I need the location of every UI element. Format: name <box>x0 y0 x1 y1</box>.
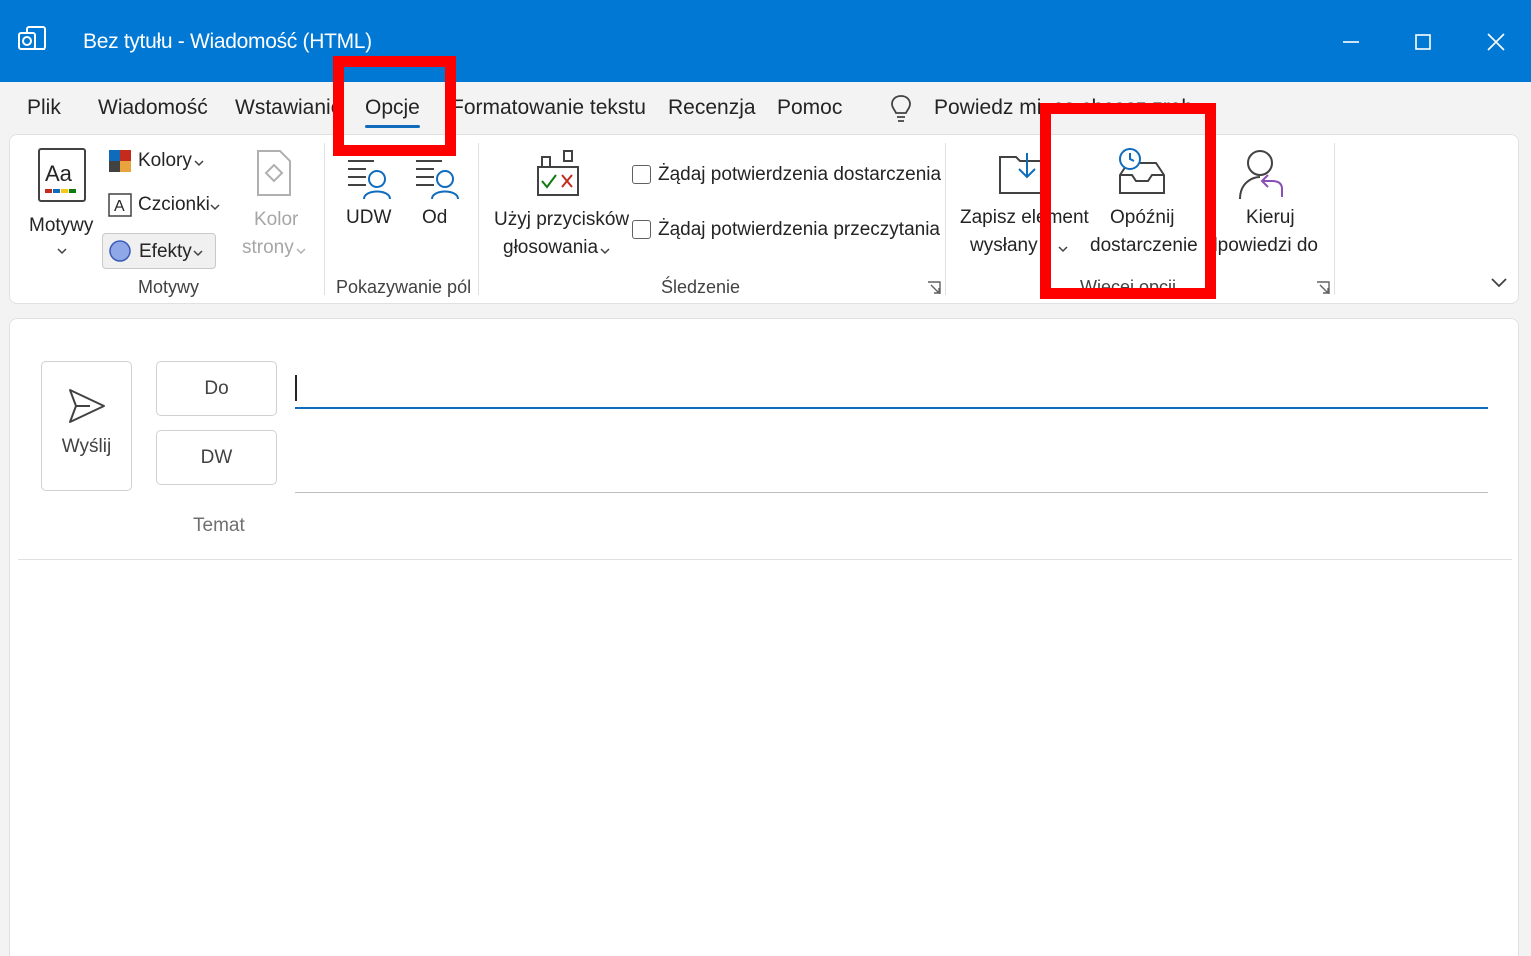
tab-pomoc[interactable]: Pomoc <box>777 96 842 120</box>
fonts-icon: A <box>108 193 132 217</box>
group-separator <box>1334 143 1335 295</box>
message-body[interactable] <box>18 569 1512 949</box>
tab-wstawianie[interactable]: Wstawianie <box>235 96 342 120</box>
themes-button[interactable]: Aa Motywy <box>26 143 98 263</box>
checkbox[interactable] <box>632 165 651 184</box>
dialog-launcher-icon[interactable] <box>927 281 941 295</box>
chevron-down-icon <box>210 204 220 211</box>
close-icon <box>1487 33 1505 51</box>
ribbon-expand-chevron-icon[interactable] <box>1490 277 1508 289</box>
subject-label: Temat <box>193 515 245 536</box>
to-field[interactable] <box>295 369 1488 409</box>
save-sent-item-dropdown[interactable]: Zapisz element wysłany <box>956 145 1089 265</box>
cc-button[interactable]: DW <box>156 430 277 485</box>
save-sent-label-1: Zapisz element <box>960 207 1089 228</box>
voting-label-2: głosowania <box>503 237 599 258</box>
send-label: Wyślij <box>61 436 112 457</box>
title-bar: Bez tytułu - Wiadomość (HTML) <box>0 0 1531 82</box>
compose-area: Wyślij Do DW Temat <box>9 318 1519 956</box>
tab-opcje[interactable]: Opcje <box>365 96 420 128</box>
subject-field[interactable] <box>295 509 1488 549</box>
tab-recenzja[interactable]: Recenzja <box>668 96 756 120</box>
svg-text:A: A <box>114 198 125 215</box>
direct-replies-label-2: odpowiedzi do <box>1210 235 1318 256</box>
from-field-icon <box>416 149 459 200</box>
send-button[interactable]: Wyślij <box>41 361 132 491</box>
maximize-icon <box>1415 34 1431 50</box>
chevron-down-icon <box>296 248 306 255</box>
group-label-sledzenie: Śledzenie <box>661 277 741 297</box>
dialog-launcher-icon[interactable] <box>1316 281 1330 295</box>
chevron-down-icon <box>193 250 203 257</box>
minimize-icon <box>1343 41 1359 43</box>
tab-plik[interactable]: Plik <box>27 96 61 120</box>
save-to-folder-icon <box>999 153 1043 194</box>
delay-delivery-icon <box>1119 148 1165 194</box>
direct-replies-button[interactable]: Kieruj odpowiedzi do <box>1200 145 1330 265</box>
voting-buttons-dropdown[interactable]: Użyj przycisków głosowania <box>490 147 630 267</box>
delivery-receipt-checkbox[interactable]: Żądaj potwierdzenia dostarczenia <box>630 161 941 191</box>
group-separator <box>324 143 325 295</box>
page-color-label-1: Kolor <box>254 209 299 230</box>
outlook-app-icon <box>18 26 46 50</box>
to-button[interactable]: Do <box>156 361 277 416</box>
voting-label-1: Użyj przycisków <box>494 209 630 230</box>
from-button[interactable]: Od <box>408 149 464 249</box>
header-divider <box>18 559 1512 560</box>
delay-delivery-button[interactable]: Opóźnij dostarczenie <box>1088 145 1200 265</box>
effects-dropdown[interactable]: Efekty <box>102 233 216 269</box>
svg-text:Aa: Aa <box>45 161 73 186</box>
checkbox[interactable] <box>632 220 651 239</box>
ribbon-tabs: Plik Wiadomość Wstawianie Opcje Formatow… <box>0 82 1531 134</box>
send-icon <box>69 389 105 423</box>
page-color-button[interactable]: Kolor strony <box>232 145 316 265</box>
read-receipt-label: Żądaj potwierdzenia przeczytania <box>658 219 940 240</box>
lightbulb-icon <box>891 95 911 122</box>
group-separator <box>478 143 479 295</box>
themes-icon: Aa <box>38 148 86 202</box>
chevron-down-icon <box>1058 246 1068 253</box>
from-label: Od <box>422 207 448 228</box>
text-cursor <box>295 375 297 401</box>
save-sent-label-2: wysłany <box>970 235 1038 256</box>
delivery-receipt-label: Żądaj potwierdzenia dostarczenia <box>658 164 942 185</box>
direct-replies-icon <box>1239 150 1283 200</box>
chevron-down-icon <box>600 248 610 255</box>
effects-label: Efekty <box>139 241 192 262</box>
minimize-button[interactable] <box>1331 22 1371 62</box>
tab-formatowanie-tekstu[interactable]: Formatowanie tekstu <box>451 96 646 120</box>
bcc-field-icon <box>348 149 391 200</box>
direct-replies-label-1: Kieruj <box>1246 207 1295 228</box>
chevron-down-icon <box>57 248 67 255</box>
colors-label: Kolory <box>138 150 192 171</box>
cc-field[interactable] <box>295 453 1488 493</box>
group-label-motywy: Motywy <box>138 277 200 297</box>
delay-delivery-label-2: dostarczenie <box>1090 235 1198 256</box>
colors-icon <box>109 150 131 172</box>
group-label-pokazywanie-pol: Pokazywanie pól <box>336 277 472 297</box>
colors-dropdown[interactable]: Kolory <box>108 149 212 177</box>
chevron-down-icon <box>194 160 204 167</box>
read-receipt-checkbox[interactable]: Żądaj potwierdzenia przeczytania <box>630 216 940 246</box>
tab-wiadomosc[interactable]: Wiadomość <box>98 96 208 120</box>
maximize-button[interactable] <box>1403 22 1443 62</box>
page-color-label-2: strony <box>242 237 294 258</box>
voting-icon <box>537 150 579 196</box>
group-label-wiecej-opcji: Więcej opcji <box>1080 277 1177 297</box>
group-separator <box>945 143 946 295</box>
paint-bucket-icon <box>257 150 291 196</box>
effects-icon <box>109 240 131 262</box>
bcc-label: UDW <box>346 207 392 228</box>
window-title: Bez tytułu - Wiadomość (HTML) <box>83 30 372 53</box>
themes-label: Motywy <box>29 215 94 236</box>
bcc-button[interactable]: UDW <box>340 149 396 249</box>
close-button[interactable] <box>1476 22 1516 62</box>
ribbon: Aa Motywy Kolory A Czcionki Efekty Kolor… <box>9 134 1519 304</box>
fonts-label: Czcionki <box>138 194 210 215</box>
delay-delivery-label-1: Opóźnij <box>1110 207 1175 228</box>
fonts-dropdown[interactable]: A Czcionki <box>108 193 228 221</box>
tell-me-search[interactable]: Powiedz mi, co chcesz zrobić <box>934 96 1194 120</box>
